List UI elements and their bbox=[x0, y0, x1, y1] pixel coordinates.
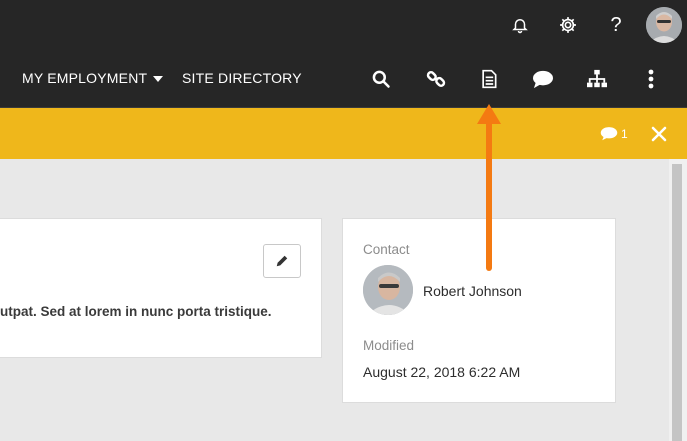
annotation-arrow bbox=[477, 104, 501, 271]
